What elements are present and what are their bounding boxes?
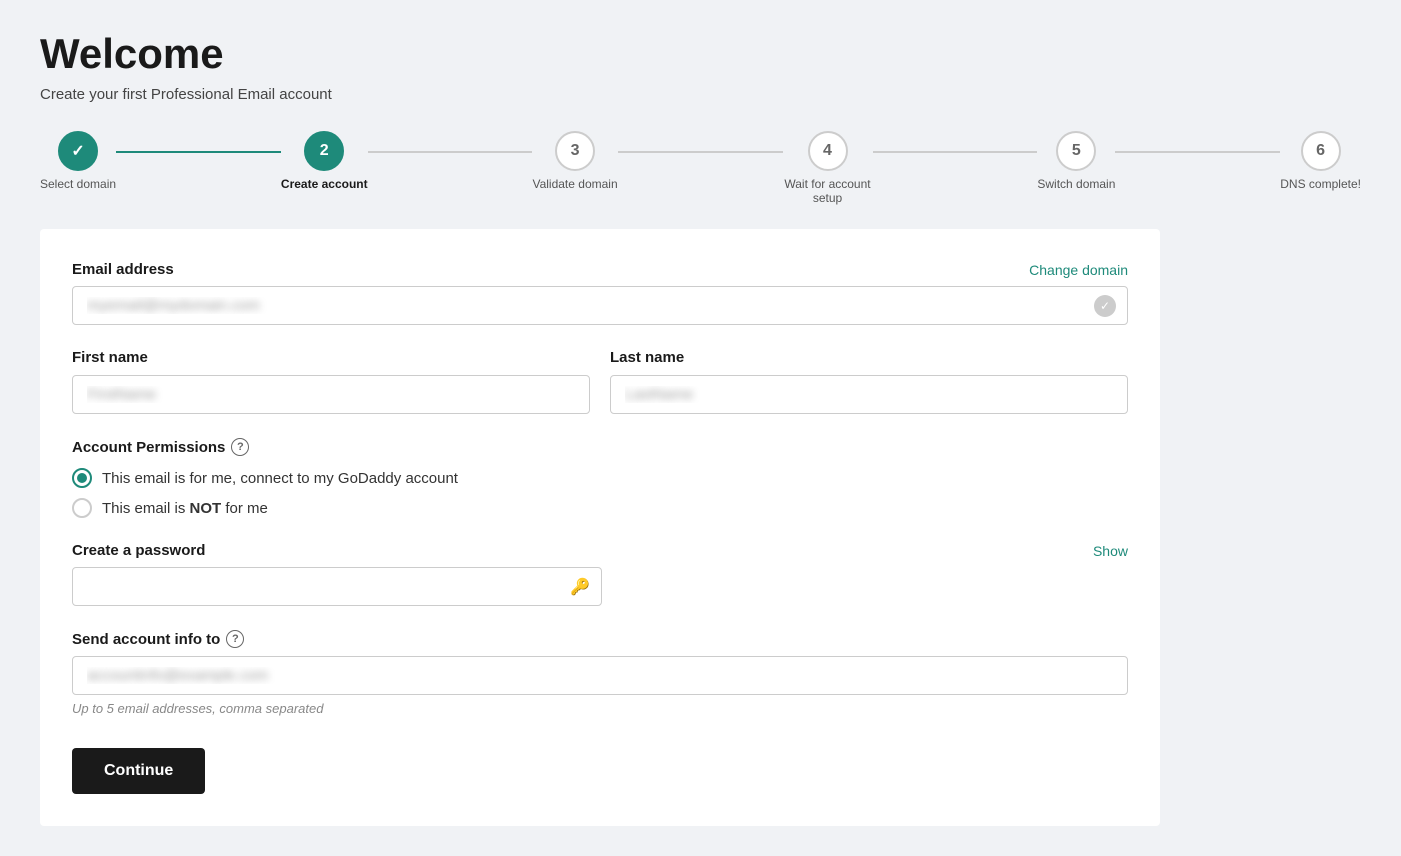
radio-option-2[interactable]: This email is NOT for me — [72, 498, 1128, 518]
page-title: Welcome — [40, 30, 1361, 78]
email-input[interactable] — [72, 286, 1128, 325]
checkmark-icon: ✓ — [71, 141, 84, 161]
first-name-label: First name — [72, 349, 148, 366]
radio-label-2-not: NOT — [190, 500, 222, 517]
password-header: Create a password Show — [72, 542, 1128, 559]
last-name-section: Last name — [610, 349, 1128, 414]
radio-label-2-prefix: This email is — [102, 500, 185, 517]
connector-3-4 — [618, 151, 783, 153]
email-input-wrapper: ✓ — [72, 286, 1128, 325]
stepper: ✓ Select domain 2 Create account 3 Valid… — [40, 131, 1361, 205]
step-1: ✓ Select domain — [40, 131, 116, 191]
send-info-label-text: Send account info to — [72, 631, 220, 648]
step-5-label: Switch domain — [1037, 177, 1115, 191]
first-name-input[interactable] — [72, 375, 590, 414]
permissions-help-icon[interactable]: ? — [231, 438, 249, 456]
last-name-label: Last name — [610, 349, 684, 366]
connector-5-6 — [1115, 151, 1280, 153]
step-2-label: Create account — [281, 177, 368, 191]
change-domain-link[interactable]: Change domain — [1029, 262, 1128, 278]
radio-label-1: This email is for me, connect to my GoDa… — [102, 470, 458, 487]
page-subtitle: Create your first Professional Email acc… — [40, 86, 1361, 103]
radio-label-2: This email is NOT for me — [102, 500, 268, 517]
permissions-label: Account Permissions ? — [72, 438, 1128, 456]
key-icon: 🔑 — [570, 577, 590, 597]
last-name-input[interactable] — [610, 375, 1128, 414]
step-1-label: Select domain — [40, 177, 116, 191]
step-3: 3 Validate domain — [532, 131, 617, 191]
radio-option-1[interactable]: This email is for me, connect to my GoDa… — [72, 468, 1128, 488]
step-4-number: 4 — [823, 142, 832, 160]
send-info-input[interactable] — [72, 656, 1128, 695]
permissions-label-text: Account Permissions — [72, 439, 225, 456]
show-password-link[interactable]: Show — [1093, 543, 1128, 559]
radio-label-2-suffix: for me — [225, 500, 268, 517]
step-3-number: 3 — [571, 142, 580, 160]
connector-4-5 — [873, 151, 1038, 153]
step-4-label: Wait for account setup — [783, 177, 873, 205]
send-info-section: Send account info to ? Up to 5 email add… — [72, 630, 1128, 716]
step-6: 6 DNS complete! — [1280, 131, 1361, 191]
step-5: 5 Switch domain — [1037, 131, 1115, 191]
step-6-label: DNS complete! — [1280, 177, 1361, 191]
password-input-wrapper: 🔑 — [72, 567, 602, 606]
connector-2-3 — [368, 151, 533, 153]
name-row: First name Last name — [72, 349, 1128, 414]
password-label: Create a password — [72, 542, 205, 559]
radio-btn-2[interactable] — [72, 498, 92, 518]
step-5-circle: 5 — [1056, 131, 1096, 171]
step-2: 2 Create account — [281, 131, 368, 191]
send-info-help-icon[interactable]: ? — [226, 630, 244, 648]
step-6-number: 6 — [1316, 142, 1325, 160]
first-name-section: First name — [72, 349, 590, 414]
step-4-circle: 4 — [808, 131, 848, 171]
password-input[interactable] — [72, 567, 602, 606]
send-info-hint: Up to 5 email addresses, comma separated — [72, 701, 1128, 716]
email-label: Email address — [72, 261, 174, 278]
step-6-circle: 6 — [1301, 131, 1341, 171]
radio-btn-1[interactable] — [72, 468, 92, 488]
connector-1-2 — [116, 151, 281, 153]
step-3-circle: 3 — [555, 131, 595, 171]
step-1-circle: ✓ — [58, 131, 98, 171]
email-address-section: Email address Change domain ✓ — [72, 261, 1128, 325]
step-4: 4 Wait for account setup — [783, 131, 873, 205]
account-permissions-section: Account Permissions ? This email is for … — [72, 438, 1128, 518]
step-5-number: 5 — [1072, 142, 1081, 160]
continue-button[interactable]: Continue — [72, 748, 205, 794]
step-3-label: Validate domain — [532, 177, 617, 191]
email-check-icon: ✓ — [1094, 295, 1116, 317]
password-section: Create a password Show 🔑 — [72, 542, 1128, 606]
step-2-number: 2 — [320, 142, 329, 160]
email-field-header: Email address Change domain — [72, 261, 1128, 278]
main-card: Email address Change domain ✓ First name… — [40, 229, 1160, 826]
step-2-circle: 2 — [304, 131, 344, 171]
send-info-label: Send account info to ? — [72, 630, 1128, 648]
